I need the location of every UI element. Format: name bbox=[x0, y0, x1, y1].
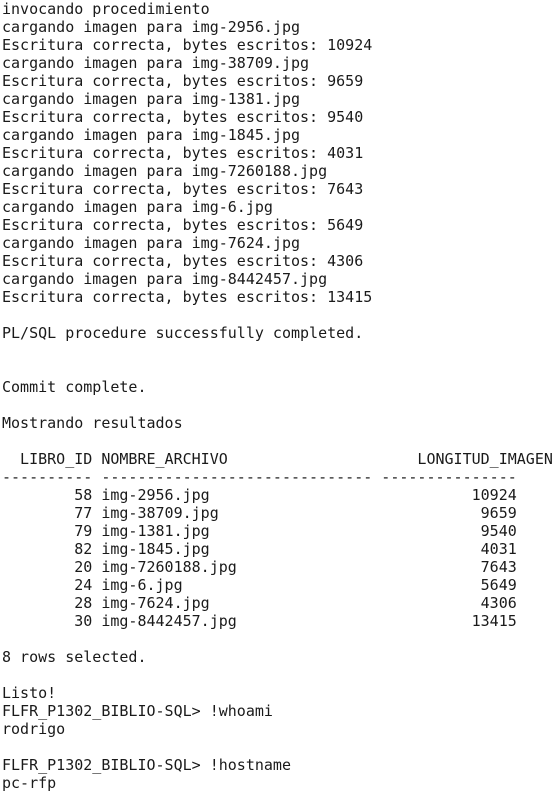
table-row: 20 img-7260188.jpg 7643 bbox=[2, 558, 517, 576]
log-line: cargando imagen para img-7260188.jpg bbox=[2, 162, 328, 180]
table-row: 58 img-2956.jpg 10924 bbox=[2, 486, 517, 504]
log-line: Mostrando resultados bbox=[2, 414, 183, 432]
status-line: Commit complete. bbox=[2, 378, 147, 396]
table-row: 30 img-8442457.jpg 13415 bbox=[2, 612, 517, 630]
log-line: Escritura correcta, bytes escritos: 1341… bbox=[2, 288, 373, 306]
log-line: Escritura correcta, bytes escritos: 1092… bbox=[2, 36, 373, 54]
log-line: Escritura correcta, bytes escritos: 7643 bbox=[2, 180, 364, 198]
log-line: cargando imagen para img-6.jpg bbox=[2, 198, 273, 216]
log-line: Escritura correcta, bytes escritos: 5649 bbox=[2, 216, 364, 234]
log-line: cargando imagen para img-7624.jpg bbox=[2, 234, 301, 252]
command-prompt-line: FLFR_P1302_BIBLIO-SQL> !whoami bbox=[2, 702, 273, 720]
table-row: 28 img-7624.jpg 4306 bbox=[2, 594, 517, 612]
log-line: Listo! bbox=[2, 684, 57, 702]
log-line: Escritura correcta, bytes escritos: 9540 bbox=[2, 108, 364, 126]
command-output: pc-rfp bbox=[2, 774, 57, 792]
log-line: cargando imagen para img-1845.jpg bbox=[2, 126, 301, 144]
log-line: Escritura correcta, bytes escritos: 4306 bbox=[2, 252, 364, 270]
log-line: cargando imagen para img-1381.jpg bbox=[2, 90, 301, 108]
log-line: Escritura correcta, bytes escritos: 4031 bbox=[2, 144, 364, 162]
table-row: 24 img-6.jpg 5649 bbox=[2, 576, 517, 594]
table-row: 77 img-38709.jpg 9659 bbox=[2, 504, 517, 522]
table-header: LIBRO_ID NOMBRE_ARCHIVO LONGITUD_IMAGEN bbox=[2, 450, 553, 468]
terminal-output[interactable]: invocando procedimiento cargando imagen … bbox=[0, 0, 558, 797]
command-output: rodrigo bbox=[2, 720, 66, 738]
status-line: 8 rows selected. bbox=[2, 648, 147, 666]
command-prompt-line: FLFR_P1302_BIBLIO-SQL> !hostname bbox=[2, 756, 291, 774]
log-line: cargando imagen para img-2956.jpg bbox=[2, 18, 301, 36]
status-line: PL/SQL procedure successfully completed. bbox=[2, 324, 364, 342]
table-row: 82 img-1845.jpg 4031 bbox=[2, 540, 517, 558]
log-line: cargando imagen para img-8442457.jpg bbox=[2, 270, 328, 288]
log-line: cargando imagen para img-38709.jpg bbox=[2, 54, 310, 72]
table-row: 79 img-1381.jpg 9540 bbox=[2, 522, 517, 540]
table-separator: ---------- -----------------------------… bbox=[2, 468, 517, 486]
log-line: Escritura correcta, bytes escritos: 9659 bbox=[2, 72, 364, 90]
log-line: invocando procedimiento bbox=[2, 0, 210, 18]
